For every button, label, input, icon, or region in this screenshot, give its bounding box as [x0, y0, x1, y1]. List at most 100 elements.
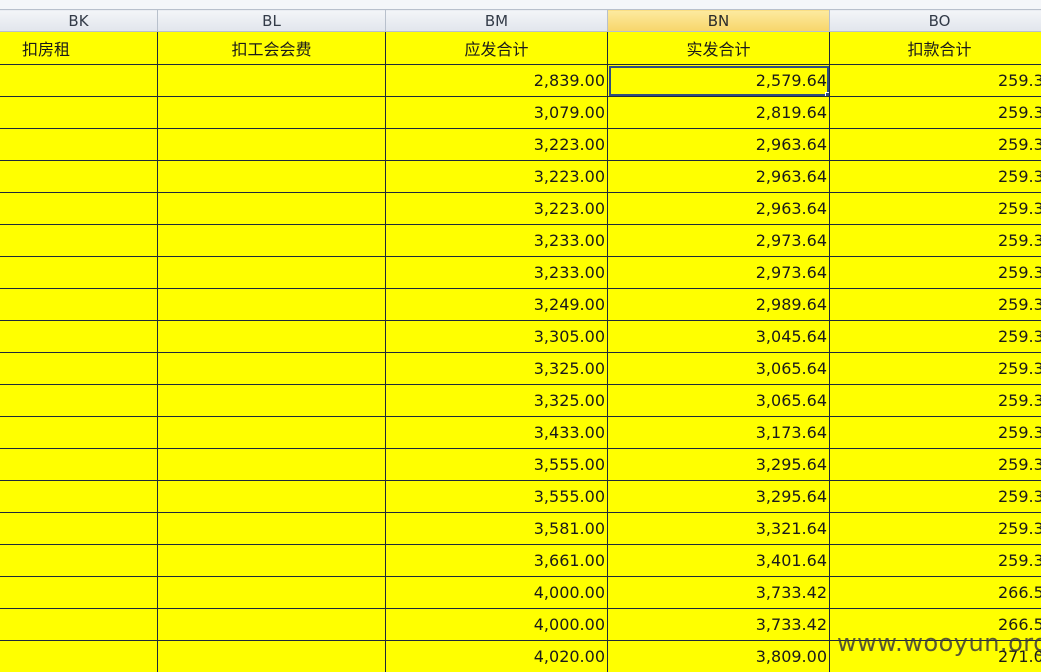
cell-bl[interactable] — [157, 352, 386, 385]
cell-bl[interactable] — [157, 448, 386, 481]
cell-bl[interactable] — [157, 192, 386, 225]
cell-bk[interactable] — [0, 224, 158, 257]
cell-bl[interactable] — [157, 640, 386, 672]
cell-bk[interactable] — [0, 320, 158, 353]
cell-bk[interactable] — [0, 480, 158, 513]
cell-bo[interactable]: 259.36 — [829, 384, 1041, 417]
cell-bm[interactable]: 3,223.00 — [385, 192, 608, 225]
cell-bm[interactable]: 4,000.00 — [385, 608, 608, 641]
cell-bm[interactable]: 3,555.00 — [385, 480, 608, 513]
cell-bn[interactable]: 3,065.64 — [607, 384, 830, 417]
cell-bn[interactable]: 2,819.64 — [607, 96, 830, 129]
cell-bn[interactable]: 3,295.64 — [607, 448, 830, 481]
cell-bo[interactable]: 259.36 — [829, 64, 1041, 97]
cell-label-bo[interactable]: 扣款合计 — [829, 31, 1041, 65]
cell-bn[interactable]: 2,963.64 — [607, 128, 830, 161]
cell-bl[interactable] — [157, 160, 386, 193]
column-header-bm[interactable]: BM — [385, 9, 608, 32]
cell-bm[interactable]: 3,223.00 — [385, 128, 608, 161]
cell-bo[interactable]: 259.36 — [829, 416, 1041, 449]
cell-bl[interactable] — [157, 544, 386, 577]
cell-bk[interactable] — [0, 288, 158, 321]
cell-bm[interactable]: 3,249.00 — [385, 288, 608, 321]
cell-bo[interactable]: 266.58 — [829, 576, 1041, 609]
cell-label-bn[interactable]: 实发合计 — [607, 31, 830, 65]
cell-bn[interactable]: 2,963.64 — [607, 192, 830, 225]
cell-bl[interactable] — [157, 576, 386, 609]
cell-bk[interactable] — [0, 352, 158, 385]
cell-bk[interactable] — [0, 448, 158, 481]
column-header-bn[interactable]: BN — [607, 9, 830, 32]
cell-label-bl[interactable]: 扣工会会费 — [157, 31, 386, 65]
column-header-bk[interactable]: BK — [0, 9, 158, 32]
cell-bo[interactable]: 259.36 — [829, 288, 1041, 321]
cell-bn[interactable]: 2,973.64 — [607, 224, 830, 257]
cell-bm[interactable]: 3,223.00 — [385, 160, 608, 193]
cell-bo[interactable]: 259.36 — [829, 224, 1041, 257]
cell-bn[interactable]: 3,321.64 — [607, 512, 830, 545]
cell-bk[interactable] — [0, 384, 158, 417]
cell-bk[interactable] — [0, 576, 158, 609]
cell-bk[interactable] — [0, 512, 158, 545]
cell-bn[interactable]: 3,401.64 — [607, 544, 830, 577]
cell-bo[interactable]: 266.58 — [829, 608, 1041, 641]
cell-bo[interactable]: 259.36 — [829, 320, 1041, 353]
cell-bn[interactable]: 3,733.42 — [607, 608, 830, 641]
cell-bn[interactable]: 2,989.64 — [607, 288, 830, 321]
cell-bk[interactable] — [0, 192, 158, 225]
cell-bk[interactable] — [0, 640, 158, 672]
cell-bm[interactable]: 3,325.00 — [385, 384, 608, 417]
cell-bo[interactable]: 271.00 — [829, 640, 1041, 672]
cell-bl[interactable] — [157, 128, 386, 161]
cell-bl[interactable] — [157, 608, 386, 641]
cell-bk[interactable] — [0, 544, 158, 577]
column-header-bl[interactable]: BL — [157, 9, 386, 32]
column-header-bo[interactable]: BO — [829, 9, 1041, 32]
cell-bo[interactable]: 259.36 — [829, 512, 1041, 545]
cell-bl[interactable] — [157, 64, 386, 97]
cell-bk[interactable] — [0, 128, 158, 161]
cell-bl[interactable] — [157, 320, 386, 353]
cell-bm[interactable]: 3,661.00 — [385, 544, 608, 577]
cell-bn[interactable]: 3,065.64 — [607, 352, 830, 385]
cell-bo[interactable]: 259.36 — [829, 256, 1041, 289]
cell-bl[interactable] — [157, 256, 386, 289]
cell-bl[interactable] — [157, 416, 386, 449]
cell-bn[interactable]: 3,045.64 — [607, 320, 830, 353]
cell-bo[interactable]: 259.36 — [829, 160, 1041, 193]
cell-bl[interactable] — [157, 224, 386, 257]
cell-bo[interactable]: 259.36 — [829, 96, 1041, 129]
cell-bn[interactable]: 2,973.64 — [607, 256, 830, 289]
cell-bm[interactable]: 3,305.00 — [385, 320, 608, 353]
cell-bm[interactable]: 3,325.00 — [385, 352, 608, 385]
cell-bm[interactable]: 2,839.00 — [385, 64, 608, 97]
cell-bl[interactable] — [157, 96, 386, 129]
cell-bm[interactable]: 3,555.00 — [385, 448, 608, 481]
cell-bk[interactable] — [0, 160, 158, 193]
cell-bl[interactable] — [157, 288, 386, 321]
cell-label-bk[interactable]: 扣房租 — [0, 31, 158, 65]
cell-bk[interactable] — [0, 96, 158, 129]
cell-bn[interactable]: 3,809.00 — [607, 640, 830, 672]
cell-bo[interactable]: 259.36 — [829, 192, 1041, 225]
cell-bk[interactable] — [0, 64, 158, 97]
cell-bl[interactable] — [157, 512, 386, 545]
cell-bl[interactable] — [157, 384, 386, 417]
cell-bo[interactable]: 259.36 — [829, 448, 1041, 481]
cell-bo[interactable]: 259.36 — [829, 544, 1041, 577]
cell-bn[interactable]: 2,963.64 — [607, 160, 830, 193]
cell-bk[interactable] — [0, 416, 158, 449]
fill-handle[interactable] — [825, 92, 829, 96]
cell-label-bm[interactable]: 应发合计 — [385, 31, 608, 65]
cell-bm[interactable]: 4,000.00 — [385, 576, 608, 609]
cell-bm[interactable]: 3,233.00 — [385, 224, 608, 257]
cell-bm[interactable]: 3,581.00 — [385, 512, 608, 545]
cell-bl[interactable] — [157, 480, 386, 513]
cell-bn[interactable]: 3,295.64 — [607, 480, 830, 513]
cell-bk[interactable] — [0, 256, 158, 289]
selected-cell[interactable]: 2,579.64 — [607, 64, 830, 97]
cell-bn[interactable]: 3,733.42 — [607, 576, 830, 609]
cell-bm[interactable]: 3,433.00 — [385, 416, 608, 449]
cell-bk[interactable] — [0, 608, 158, 641]
cell-bm[interactable]: 3,233.00 — [385, 256, 608, 289]
